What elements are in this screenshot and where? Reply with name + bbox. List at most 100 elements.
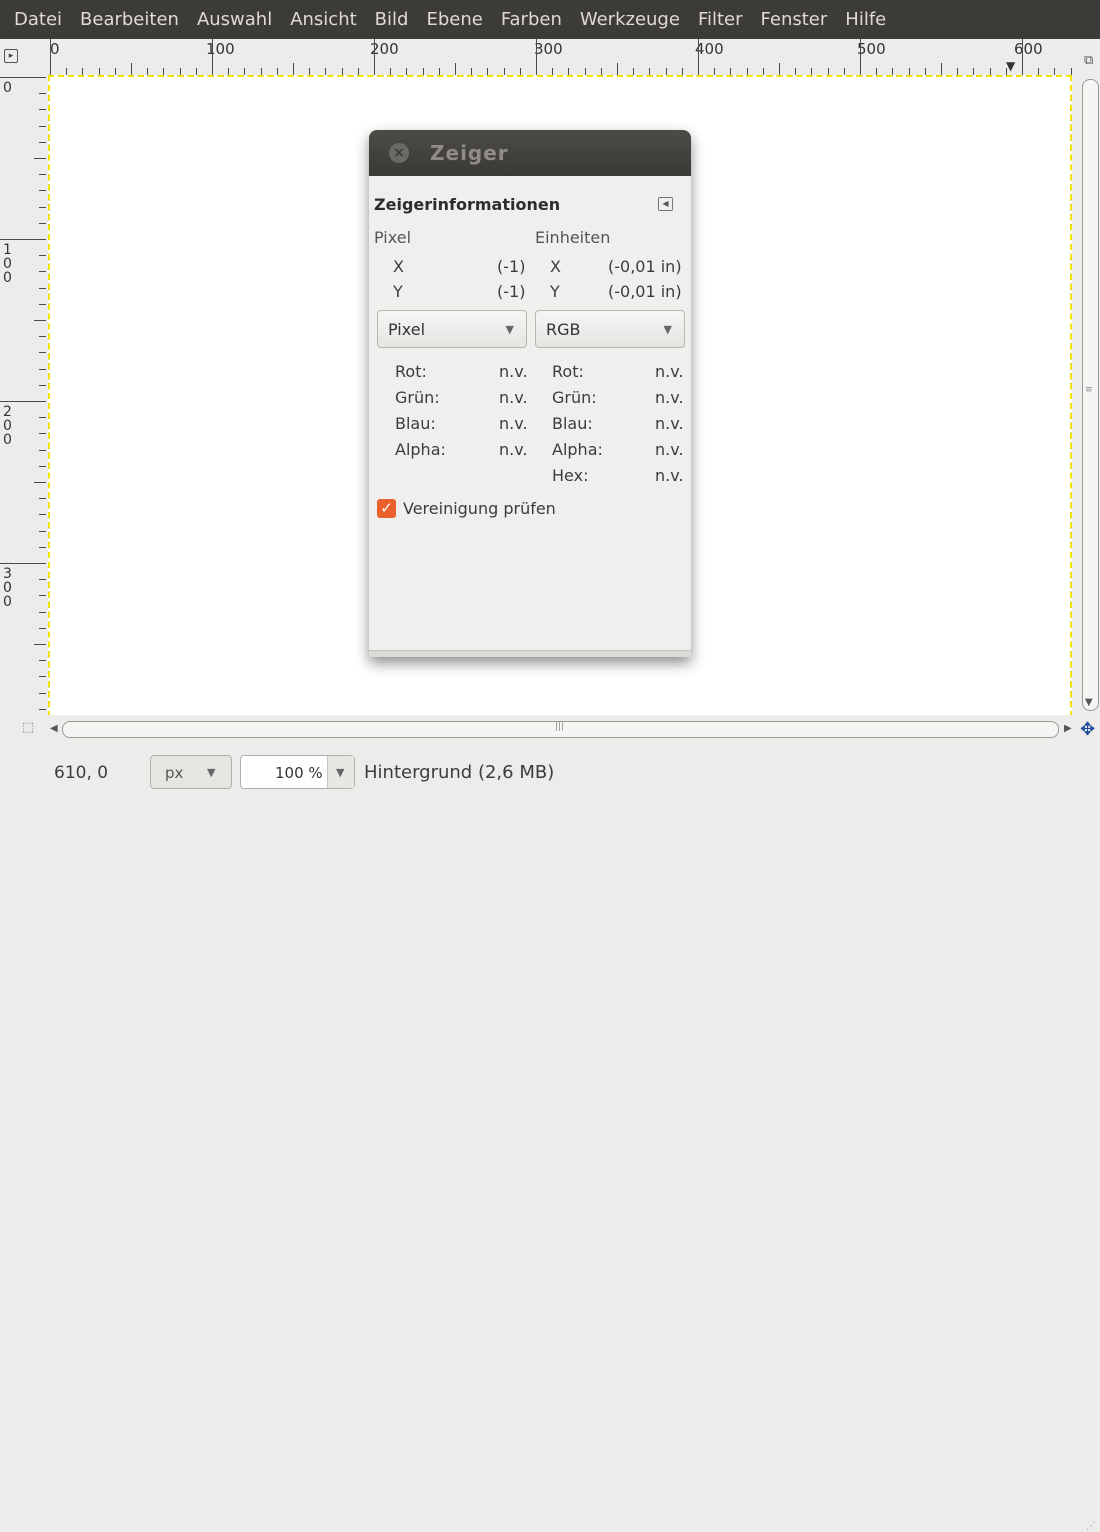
pointer-coordinates: 610, 0	[54, 763, 109, 783]
chevron-down-icon: ▼	[207, 766, 216, 779]
ruler-tick	[698, 39, 699, 75]
units-y-label: Y	[550, 282, 560, 301]
ruler-tick	[973, 68, 975, 75]
ruler-tick	[552, 68, 554, 75]
ruler-tick	[0, 563, 46, 564]
scroll-down-icon[interactable]: ▼	[1085, 697, 1093, 708]
ruler-tick	[325, 68, 327, 75]
ruler-tick	[438, 68, 440, 75]
ruler-tick	[536, 39, 537, 75]
ruler-tick	[827, 68, 829, 75]
quick-mask-icon[interactable]: ⬚	[22, 720, 34, 735]
ruler-tick	[39, 336, 46, 338]
zoom-fit-icon[interactable]: ⧉	[1084, 53, 1093, 68]
ruler-label: 500	[857, 40, 886, 58]
vertical-scrollbar[interactable]: ▲ ≡ ▼	[1080, 75, 1100, 715]
ruler-tick	[39, 530, 46, 532]
ruler-tick	[1005, 68, 1007, 75]
left-alpha-value: n.v.	[499, 440, 528, 459]
menu-bearbeiten[interactable]: Bearbeiten	[71, 9, 188, 30]
tab-menu-icon[interactable]: ◀	[658, 197, 673, 211]
ruler-tick	[487, 68, 489, 75]
pixel-mode-select[interactable]: Pixel ▼	[377, 310, 527, 348]
zoom-select[interactable]: 100 % ▼	[240, 755, 355, 789]
ruler-label: 200	[3, 404, 12, 448]
ruler-tick	[1054, 68, 1056, 75]
ruler-label: 100	[3, 242, 12, 286]
menu-hilfe[interactable]: Hilfe	[836, 9, 895, 30]
dialog-title: Zeiger	[430, 141, 509, 165]
horizontal-ruler[interactable]: 0 100 200 300 400 500 600 ▼	[48, 39, 1078, 76]
ruler-tick	[147, 68, 149, 75]
scroll-right-icon[interactable]: ▶	[1064, 723, 1072, 734]
ruler-tick	[1022, 39, 1023, 75]
right-green-label: Grün:	[552, 388, 597, 407]
pixel-y-value: (-1)	[497, 282, 526, 301]
left-blue-label: Blau:	[395, 414, 436, 433]
menu-auswahl[interactable]: Auswahl	[188, 9, 281, 30]
units-y-value: (-0,01 in)	[608, 282, 682, 301]
menu-datei[interactable]: Datei	[0, 9, 71, 30]
units-x-value: (-0,01 in)	[608, 257, 682, 276]
color-mode-select[interactable]: RGB ▼	[535, 310, 685, 348]
right-blue-label: Blau:	[552, 414, 593, 433]
ruler-tick	[82, 68, 84, 75]
right-alpha-label: Alpha:	[552, 440, 603, 459]
image-menu-icon[interactable]: ▸	[4, 49, 18, 63]
ruler-tick	[39, 449, 46, 451]
ruler-tick	[584, 68, 586, 75]
sample-merged-checkbox[interactable]: ✓	[377, 499, 396, 518]
ruler-tick	[276, 68, 278, 75]
ruler-tick	[390, 68, 392, 75]
resize-grip-icon[interactable]: ⋰	[1086, 1521, 1096, 1532]
left-green-value: n.v.	[499, 388, 528, 407]
vertical-ruler[interactable]: 0 100 200 300	[0, 75, 49, 715]
ruler-tick	[39, 222, 46, 224]
ruler-tick	[519, 68, 521, 75]
scroll-grip-icon: ≡	[1085, 385, 1093, 395]
dialog-titlebar[interactable]: × Zeiger	[369, 130, 691, 176]
close-icon[interactable]: ×	[389, 143, 409, 163]
scroll-left-icon[interactable]: ◀	[50, 723, 58, 734]
horizontal-scrollbar[interactable]: ◀ ||| ▶	[0, 715, 1100, 741]
ruler-tick	[39, 546, 46, 548]
pixel-y-label: Y	[393, 282, 403, 301]
navigate-icon[interactable]: ✥	[1080, 719, 1095, 740]
menu-ansicht[interactable]: Ansicht	[281, 9, 365, 30]
ruler-tick	[860, 39, 861, 75]
menu-fenster[interactable]: Fenster	[752, 9, 837, 30]
sample-merged-label: Vereinigung prüfen	[403, 499, 556, 518]
ruler-tick	[39, 514, 46, 516]
ruler-tick	[195, 68, 197, 75]
ruler-tick	[941, 63, 942, 75]
ruler-tick	[633, 68, 635, 75]
left-red-value: n.v.	[499, 362, 528, 381]
menubar: Datei Bearbeiten Auswahl Ansicht Bild Eb…	[0, 0, 1100, 39]
vertical-scrollbar-thumb[interactable]	[1082, 79, 1099, 711]
menu-werkzeuge[interactable]: Werkzeuge	[571, 9, 689, 30]
ruler-tick	[811, 68, 813, 75]
menu-filter[interactable]: Filter	[689, 9, 752, 30]
menu-bild[interactable]: Bild	[366, 9, 418, 30]
ruler-tick	[39, 190, 46, 192]
ruler-tick	[39, 141, 46, 143]
ruler-tick	[39, 417, 46, 419]
right-hex-value: n.v.	[655, 466, 684, 485]
ruler-label: 400	[695, 40, 724, 58]
unit-select[interactable]: px ▼	[150, 755, 232, 789]
dialog-bottom-bar	[369, 650, 691, 657]
ruler-tick	[39, 708, 46, 710]
chevron-down-icon: ▼	[336, 766, 345, 779]
right-red-value: n.v.	[655, 362, 684, 381]
zoom-dropdown-button[interactable]: ▼	[327, 756, 354, 788]
ruler-tick	[568, 68, 570, 75]
ruler-tick	[503, 68, 505, 75]
ruler-tick	[39, 384, 46, 386]
right-hex-label: Hex:	[552, 466, 589, 485]
ruler-tick	[39, 352, 46, 354]
ruler-tick	[1070, 68, 1072, 75]
ruler-label: 0	[50, 40, 60, 58]
ruler-label: 100	[206, 40, 235, 58]
menu-farben[interactable]: Farben	[492, 9, 571, 30]
menu-ebene[interactable]: Ebene	[417, 9, 491, 30]
